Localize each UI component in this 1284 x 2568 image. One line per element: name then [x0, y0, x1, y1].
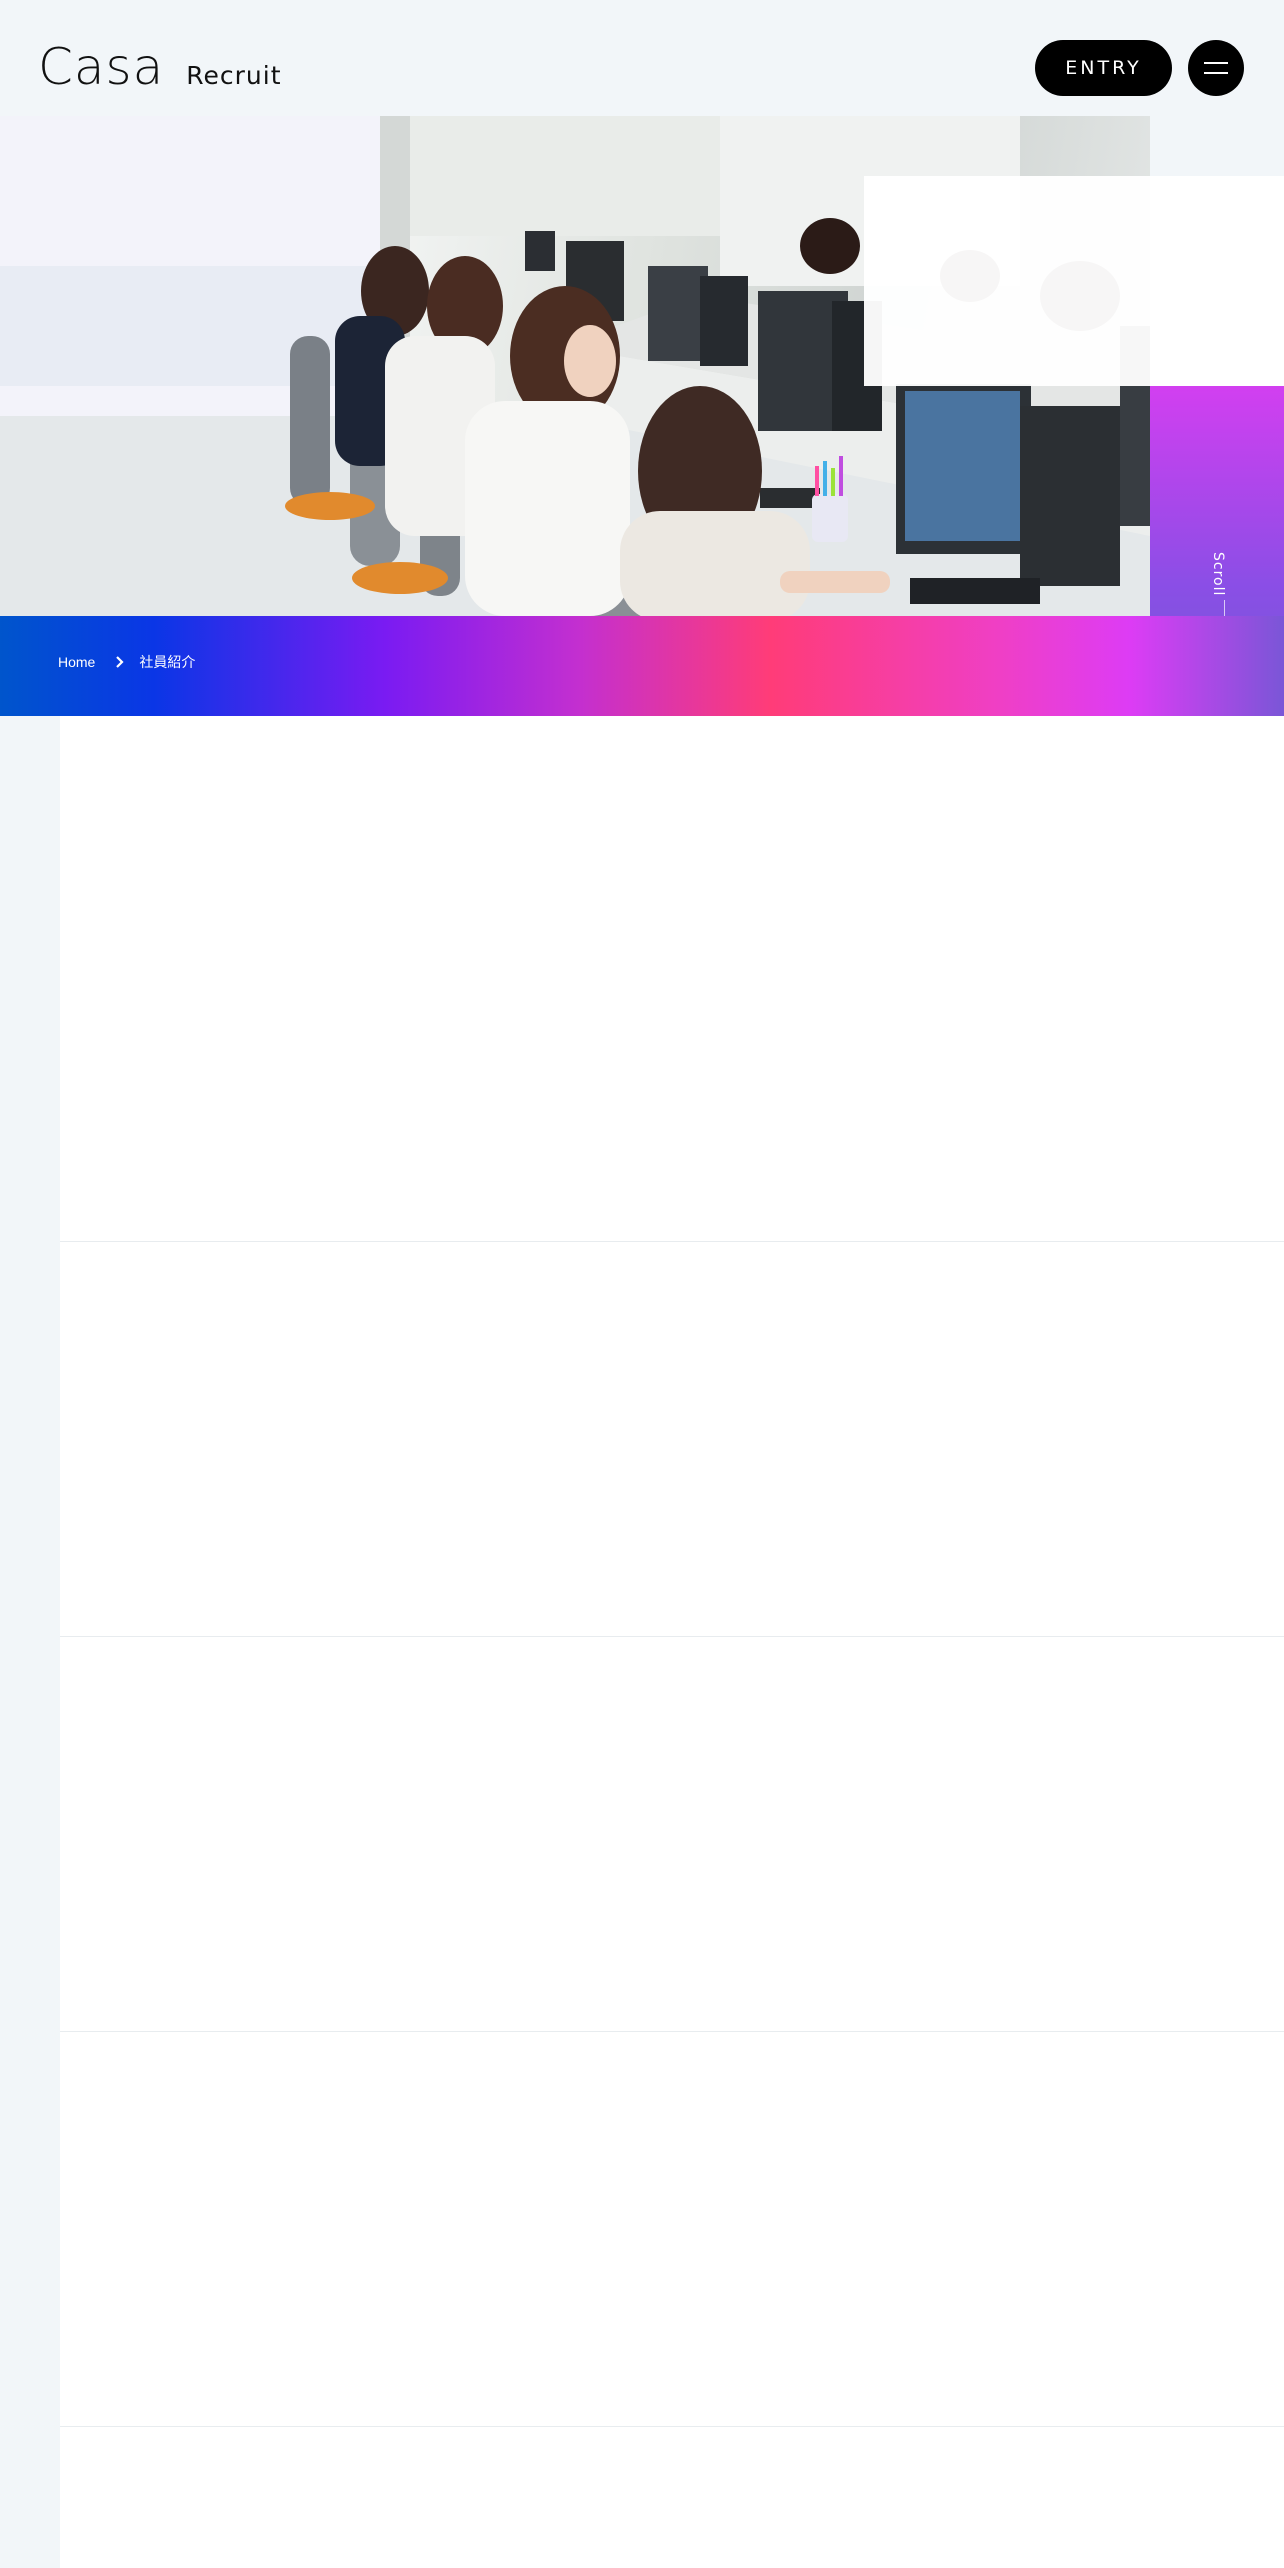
- breadcrumb-current: 社員紹介: [139, 654, 196, 670]
- section-divider: [60, 1636, 1284, 1637]
- section-divider: [60, 2426, 1284, 2427]
- breadcrumb: Home 社員紹介: [58, 652, 195, 672]
- site-logo[interactable]: Casa Recruit: [38, 42, 282, 92]
- main-content: [60, 716, 1284, 2568]
- breadcrumb-band: Home 社員紹介: [0, 616, 1284, 716]
- breadcrumb-home-link[interactable]: Home: [58, 654, 95, 670]
- logo-casa-text: Casa: [38, 38, 165, 96]
- section-divider: [60, 2031, 1284, 2032]
- menu-button[interactable]: [1188, 40, 1244, 96]
- scroll-label: Scroll: [1210, 552, 1226, 597]
- section-divider: [60, 1241, 1284, 1242]
- chevron-right-icon: [116, 656, 124, 668]
- site-header: Casa Recruit ENTRY: [0, 0, 1284, 116]
- hero-overlay-card: [864, 176, 1284, 386]
- entry-button[interactable]: ENTRY: [1035, 40, 1172, 96]
- logo-recruit-text: Recruit: [186, 61, 282, 90]
